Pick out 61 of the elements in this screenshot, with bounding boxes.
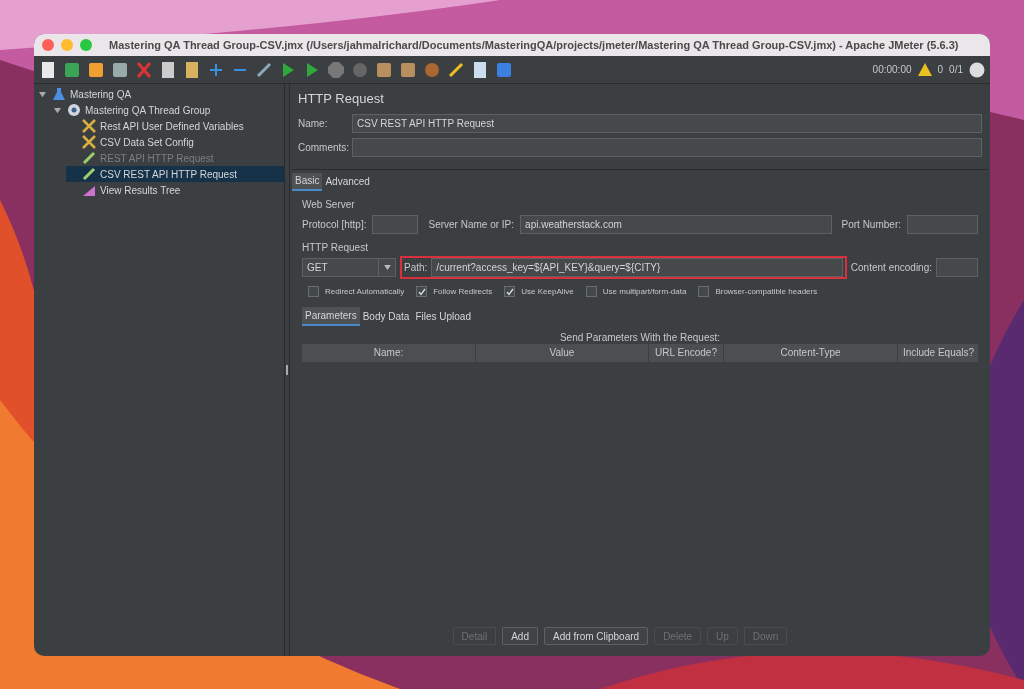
checkbox-label: Use KeepAlive	[521, 285, 574, 298]
checkbox-label: Use multipart/form-data	[602, 285, 687, 298]
field-label: Port Number:	[841, 218, 901, 232]
method-dropdown[interactable]: GET	[302, 258, 396, 277]
comments-field[interactable]	[352, 138, 982, 157]
group-legend: Web Server	[302, 196, 978, 212]
checkbox[interactable]	[504, 286, 516, 297]
encoding-field[interactable]	[936, 258, 978, 277]
check-icon	[417, 287, 426, 296]
checkbox[interactable]	[585, 286, 597, 297]
checkbox-label: Redirect Automatically	[325, 285, 405, 298]
tree-item[interactable]: CSV REST API HTTP Request	[66, 166, 284, 182]
tab[interactable]: Body Data	[359, 306, 413, 326]
field-label: Path:	[404, 261, 428, 275]
path-field[interactable]: /current?access_key=${API_KEY}&query=${CITY}	[431, 258, 843, 277]
column-header[interactable]: Value	[476, 343, 649, 362]
table-caption: Send Parameters With the Request:	[558, 330, 722, 344]
stop-icon[interactable]	[327, 60, 345, 79]
field-label: Server Name or IP:	[428, 218, 515, 232]
field-label: Content encoding:	[850, 261, 932, 275]
action-button[interactable]: Add from Clipboard	[543, 627, 649, 645]
column-header[interactable]: Name:	[302, 343, 476, 362]
column-header[interactable]: Include Equals?	[898, 343, 980, 362]
column-header[interactable]: Content-Type	[724, 343, 898, 362]
check-icon	[505, 287, 514, 296]
protocol-field[interactable]	[372, 215, 419, 234]
tree-item[interactable]: CSV Data Set Config	[66, 134, 284, 150]
close-icon[interactable]	[42, 39, 54, 51]
action-button[interactable]: Add	[502, 627, 538, 645]
port-field[interactable]	[907, 215, 978, 234]
error-count: 0	[937, 63, 944, 77]
tab[interactable]: Basic	[292, 172, 323, 191]
server-field[interactable]: api.weatherstack.com	[520, 215, 832, 234]
tree-item[interactable]: Mastering QA	[36, 86, 284, 102]
tab[interactable]: Parameters	[302, 306, 360, 326]
checkbox[interactable]	[698, 286, 710, 297]
name-field[interactable]: CSV REST API HTTP Request	[352, 114, 982, 133]
group-legend: HTTP Request	[302, 239, 978, 255]
checkbox-label: Follow Redirects	[433, 285, 493, 298]
gear-icon	[67, 103, 81, 117]
field-label: Name:	[298, 117, 329, 131]
tab[interactable]: Advanced	[322, 172, 373, 191]
panel-heading: HTTP Request	[298, 90, 385, 108]
tree-item[interactable]: Mastering QA Thread Group	[51, 102, 284, 118]
elapsed-time: 00:00:00	[872, 63, 912, 77]
splitter-handle-icon[interactable]	[286, 365, 288, 375]
checkbox-label: Browser-compatible headers	[715, 285, 818, 298]
tab[interactable]: Files Upload	[412, 306, 474, 326]
new-file-icon[interactable]	[39, 60, 57, 79]
field-label: Protocol [http]:	[302, 218, 367, 232]
column-header[interactable]: URL Encode?	[649, 343, 724, 362]
caret-icon	[383, 265, 391, 270]
zoom-icon[interactable]	[80, 39, 92, 51]
tree-item[interactable]: Rest API User Defined Variables	[66, 118, 284, 134]
window-title: Mastering QA Thread Group-CSV.jmx (/Users/jahmalrichard/Documents/MasteringQA/projects/jmeter/Mastering QA Thread Group-CSV.jmx) - Apache JMeter (5.6.3)	[109, 37, 959, 53]
tree-item[interactable]: View Results Tree	[66, 182, 284, 198]
checkbox[interactable]	[416, 286, 428, 297]
warning-icon[interactable]	[917, 63, 932, 76]
checkbox[interactable]	[308, 286, 319, 297]
flask-icon	[52, 87, 66, 101]
thread-count: 0/1	[949, 63, 963, 77]
